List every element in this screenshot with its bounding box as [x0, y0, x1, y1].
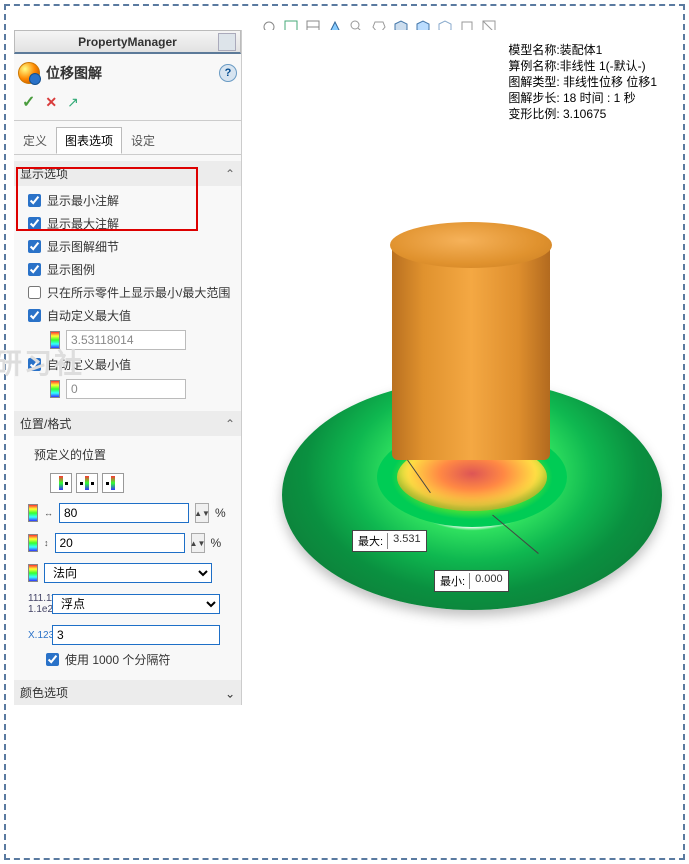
- position-format-section: 位置/格式 ⌃ 预定义的位置 ↔ ▲▼ % ↕ ▲▼ %: [14, 411, 241, 674]
- panel-title-row: 位移图解 ?: [14, 54, 241, 88]
- info-plot-type: 图解类型: 非线性位移 位移1: [508, 74, 657, 90]
- position-format-header[interactable]: 位置/格式 ⌃: [14, 411, 241, 436]
- auto-define-max-checkbox[interactable]: 自动定义最大值: [28, 307, 235, 324]
- info-deform-scale: 变形比例: 3.10675: [508, 106, 657, 122]
- pct-label: %: [215, 506, 226, 520]
- info-model-name: 模型名称:装配体1: [508, 42, 657, 58]
- min-callout[interactable]: 最小: 0.000: [434, 570, 509, 592]
- max-value: 3.531: [387, 533, 421, 549]
- tab-settings[interactable]: 设定: [122, 127, 164, 154]
- help-icon[interactable]: ?: [219, 64, 237, 82]
- model-cylinder: [392, 240, 550, 460]
- decimals-icon: X.123: [28, 630, 46, 641]
- cancel-button[interactable]: ✕: [45, 94, 57, 111]
- width-arrow-icon: ↔: [44, 508, 53, 518]
- gradient-icon: [28, 534, 38, 552]
- max-value-input[interactable]: [66, 330, 186, 350]
- tab-definition[interactable]: 定义: [14, 127, 56, 154]
- only-selected-parts-checkbox[interactable]: 只在所示零件上显示最小/最大范围: [28, 284, 235, 301]
- color-options-header[interactable]: 颜色选项 ⌃: [14, 680, 241, 705]
- pos-left-button[interactable]: [50, 473, 72, 493]
- pos-center-button[interactable]: [76, 473, 98, 493]
- decimals-input[interactable]: [52, 625, 220, 645]
- model-cylinder-top: [390, 222, 552, 268]
- height-arrow-icon: ↕: [44, 538, 49, 548]
- min-value-row: [50, 379, 235, 399]
- height-pct-row: ↕ ▲▼ %: [28, 533, 235, 553]
- info-plot-step: 图解步长: 18 时间 : 1 秒: [508, 90, 657, 106]
- panel-title: 位移图解: [46, 63, 102, 83]
- show-max-annotation-checkbox[interactable]: 显示最大注解: [28, 215, 235, 232]
- show-legend-checkbox[interactable]: 显示图例: [28, 261, 235, 278]
- confirm-row: ✓ ✕ ↗: [14, 88, 241, 121]
- max-label: 最大:: [358, 533, 383, 549]
- min-label: 最小:: [440, 573, 465, 589]
- viewport-3d[interactable]: 模型名称:装配体1 算例名称:非线性 1(-默认-) 图解类型: 非线性位移 位…: [242, 30, 675, 850]
- gradient-icon: [28, 504, 38, 522]
- auto-define-min-checkbox[interactable]: 自动定义最小值: [28, 356, 235, 373]
- direction-row: 法向: [28, 563, 235, 583]
- property-manager-panel: PropertyManager 位移图解 ? ✓ ✕ ↗ 定义 图表选项 设定 …: [14, 30, 242, 705]
- max-callout[interactable]: 最大: 3.531: [352, 530, 427, 552]
- predefined-position-label: 预定义的位置: [28, 442, 235, 467]
- max-value-row: [50, 330, 235, 350]
- width-pct-row: ↔ ▲▼ %: [28, 503, 235, 523]
- position-buttons: [50, 473, 235, 493]
- number-format-row: 111.111.1e2 浮点: [28, 593, 235, 615]
- model-render: [282, 200, 662, 620]
- info-study-name: 算例名称:非线性 1(-默认-): [508, 58, 657, 74]
- caret-icon: ⌃: [225, 686, 235, 700]
- tab-bar: 定义 图表选项 设定: [14, 127, 241, 155]
- height-pct-input[interactable]: [55, 533, 185, 553]
- show-min-annotation-checkbox[interactable]: 显示最小注解: [28, 192, 235, 209]
- section-label: 位置/格式: [20, 415, 71, 432]
- pin-icon[interactable]: [218, 33, 236, 51]
- spinner-buttons[interactable]: ▲▼: [195, 503, 209, 523]
- section-label: 颜色选项: [20, 684, 68, 701]
- show-plot-detail-checkbox[interactable]: 显示图解细节: [28, 238, 235, 255]
- width-pct-input[interactable]: [59, 503, 189, 523]
- tab-chart-options[interactable]: 图表选项: [56, 127, 122, 154]
- use-separator-checkbox[interactable]: 使用 1000 个分隔符: [46, 651, 235, 668]
- decimals-row: X.123: [28, 625, 235, 645]
- display-options-section: 显示选项 ⌃ 显示最小注解 显示最大注解 显示图解细节 显示图例 只在所示零件上…: [14, 161, 241, 405]
- pushpin-icon[interactable]: ↗: [67, 94, 79, 111]
- caret-icon: ⌃: [225, 417, 235, 431]
- model-info: 模型名称:装配体1 算例名称:非线性 1(-默认-) 图解类型: 非线性位移 位…: [508, 42, 657, 122]
- caret-icon: ⌃: [225, 167, 235, 181]
- gradient-icon: [28, 564, 38, 582]
- pct-label: %: [211, 536, 222, 550]
- direction-select[interactable]: 法向: [44, 563, 212, 583]
- panel-header: PropertyManager: [14, 30, 241, 54]
- property-manager-label: PropertyManager: [78, 35, 177, 49]
- section-label: 显示选项: [20, 165, 68, 182]
- number-format-select[interactable]: 浮点: [52, 594, 220, 614]
- min-value-input[interactable]: [66, 379, 186, 399]
- pos-right-button[interactable]: [102, 473, 124, 493]
- ok-button[interactable]: ✓: [22, 92, 35, 112]
- displacement-plot-icon: [18, 62, 40, 84]
- min-value: 0.000: [469, 573, 503, 589]
- gradient-icon: [50, 331, 60, 349]
- number-format-icon: 111.111.1e2: [28, 593, 46, 615]
- spinner-buttons[interactable]: ▲▼: [191, 533, 205, 553]
- display-options-header[interactable]: 显示选项 ⌃: [14, 161, 241, 186]
- gradient-icon: [50, 380, 60, 398]
